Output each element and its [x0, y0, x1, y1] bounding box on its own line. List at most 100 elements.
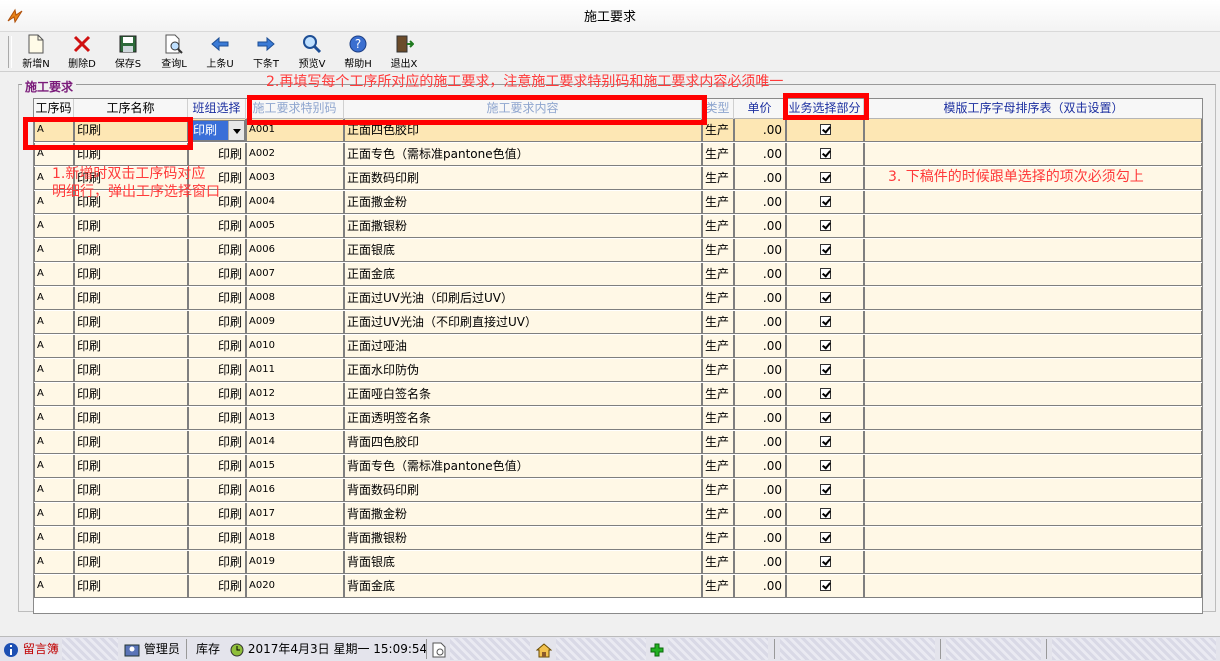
cell-business-select[interactable]	[786, 431, 864, 454]
checkbox-checked[interactable]	[819, 124, 831, 135]
table-row[interactable]: A 印刷 印刷 A002 正面专色（需标准pantone色值） 生产 .00	[34, 143, 1202, 167]
table-row[interactable]: A 印刷 印刷 A018 背面撒银粉 生产 .00	[34, 527, 1202, 551]
checkbox-checked[interactable]	[819, 292, 831, 303]
cell-team-select[interactable]: 印刷	[188, 575, 246, 598]
cell-business-select[interactable]	[786, 479, 864, 502]
cell-template-sort[interactable]	[864, 575, 1202, 598]
header-team-select[interactable]: 班组选择	[188, 99, 246, 119]
checkbox-checked[interactable]	[819, 220, 831, 231]
cell-template-sort[interactable]	[864, 503, 1202, 526]
cell-unit-price[interactable]: .00	[734, 143, 786, 166]
cell-special-code[interactable]: A019	[246, 551, 344, 574]
cell-special-code[interactable]: A018	[246, 527, 344, 550]
cell-process-name[interactable]: 印刷	[74, 479, 188, 502]
cell-requirement-content[interactable]: 正面水印防伪	[344, 359, 702, 382]
cell-business-select[interactable]	[786, 263, 864, 286]
cell-special-code[interactable]: A013	[246, 407, 344, 430]
cell-business-select[interactable]	[786, 503, 864, 526]
cell-requirement-content[interactable]: 正面数码印刷	[344, 167, 702, 190]
cell-requirement-content[interactable]: 正面过UV光油（印刷后过UV）	[344, 287, 702, 310]
cell-unit-price[interactable]: .00	[734, 407, 786, 430]
cell-process-code[interactable]: A	[34, 383, 74, 406]
cell-unit-price[interactable]: .00	[734, 431, 786, 454]
cell-process-name[interactable]: 印刷	[74, 527, 188, 550]
cell-team-select[interactable]: 印刷	[188, 263, 246, 286]
cell-requirement-content[interactable]: 正面银底	[344, 239, 702, 262]
cell-process-code[interactable]: A	[34, 239, 74, 262]
cell-process-code[interactable]: A	[34, 455, 74, 478]
exit-button[interactable]: 退出X	[384, 34, 424, 70]
table-row[interactable]: A 印刷 印刷 A007 正面金底 生产 .00	[34, 263, 1202, 287]
cell-unit-price[interactable]: .00	[734, 335, 786, 358]
cell-process-code[interactable]: A	[34, 551, 74, 574]
table-row[interactable]: A 印刷 印刷 A009 正面过UV光油（不印刷直接过UV） 生产 .00	[34, 311, 1202, 335]
cell-special-code[interactable]: A020	[246, 575, 344, 598]
cell-team-select[interactable]: 印刷	[188, 239, 246, 262]
cell-requirement-content[interactable]: 背面金底	[344, 575, 702, 598]
cell-requirement-content[interactable]: 背面撒银粉	[344, 527, 702, 550]
cell-team-select[interactable]: 印刷	[188, 551, 246, 574]
chevron-down-icon[interactable]	[228, 121, 244, 140]
cell-process-code[interactable]: A	[34, 215, 74, 238]
cell-template-sort[interactable]	[864, 191, 1202, 214]
cell-type[interactable]: 生产	[702, 479, 734, 502]
cell-unit-price[interactable]: .00	[734, 311, 786, 334]
cell-template-sort[interactable]	[864, 239, 1202, 262]
checkbox-checked[interactable]	[819, 436, 831, 447]
table-row[interactable]: A 印刷 印刷 A013 正面透明签名条 生产 .00	[34, 407, 1202, 431]
guestbook-item[interactable]: 留言簿	[3, 640, 59, 659]
cell-process-name[interactable]: 印刷	[74, 263, 188, 286]
cell-special-code[interactable]: A012	[246, 383, 344, 406]
cell-process-code[interactable]: A	[34, 263, 74, 286]
cell-type[interactable]: 生产	[702, 263, 734, 286]
cell-type[interactable]: 生产	[702, 143, 734, 166]
cell-process-code[interactable]: A	[34, 335, 74, 358]
cell-business-select[interactable]	[786, 167, 864, 190]
cell-team-select[interactable]: 印刷	[188, 407, 246, 430]
cell-type[interactable]: 生产	[702, 239, 734, 262]
cell-requirement-content[interactable]: 正面哑白签名条	[344, 383, 702, 406]
cell-unit-price[interactable]: .00	[734, 575, 786, 598]
checkbox-checked[interactable]	[819, 556, 831, 567]
cell-type[interactable]: 生产	[702, 407, 734, 430]
cell-business-select[interactable]	[786, 143, 864, 166]
cell-unit-price[interactable]: .00	[734, 479, 786, 502]
cell-process-name[interactable]: 印刷	[74, 407, 188, 430]
cell-type[interactable]: 生产	[702, 527, 734, 550]
cell-unit-price[interactable]: .00	[734, 287, 786, 310]
checkbox-checked[interactable]	[819, 148, 831, 159]
table-row[interactable]: A 印刷 印刷 A006 正面银底 生产 .00	[34, 239, 1202, 263]
cell-team-select[interactable]: 印刷	[188, 119, 246, 142]
cell-template-sort[interactable]	[864, 407, 1202, 430]
cell-special-code[interactable]: A017	[246, 503, 344, 526]
cell-process-code[interactable]: A	[34, 287, 74, 310]
cell-team-select[interactable]: 印刷	[188, 359, 246, 382]
cell-business-select[interactable]	[786, 239, 864, 262]
cell-process-name[interactable]: 印刷	[74, 431, 188, 454]
cell-process-code[interactable]: A	[34, 431, 74, 454]
cell-special-code[interactable]: A011	[246, 359, 344, 382]
cell-requirement-content[interactable]: 背面四色胶印	[344, 431, 702, 454]
cell-special-code[interactable]: A008	[246, 287, 344, 310]
preview-button[interactable]: 预览V	[292, 34, 332, 70]
cell-process-name[interactable]: 印刷	[74, 455, 188, 478]
cell-process-code[interactable]: A	[34, 359, 74, 382]
cell-process-code[interactable]: A	[34, 479, 74, 502]
cell-requirement-content[interactable]: 背面银底	[344, 551, 702, 574]
cell-type[interactable]: 生产	[702, 191, 734, 214]
cell-unit-price[interactable]: .00	[734, 551, 786, 574]
table-row[interactable]: A 印刷 印刷 A019 背面银底 生产 .00	[34, 551, 1202, 575]
cell-team-select[interactable]: 印刷	[188, 455, 246, 478]
checkbox-checked[interactable]	[819, 412, 831, 423]
cell-template-sort[interactable]	[864, 119, 1202, 142]
cell-type[interactable]: 生产	[702, 431, 734, 454]
checkbox-checked[interactable]	[819, 172, 831, 183]
help-button[interactable]: ? 帮助H	[338, 34, 378, 70]
cell-special-code[interactable]: A010	[246, 335, 344, 358]
checkbox-checked[interactable]	[819, 532, 831, 543]
home-item[interactable]	[535, 640, 553, 659]
cell-business-select[interactable]	[786, 287, 864, 310]
cell-template-sort[interactable]	[864, 335, 1202, 358]
table-row[interactable]: A 印刷 印刷 A011 正面水印防伪 生产 .00	[34, 359, 1202, 383]
table-row[interactable]: A 印刷 印刷 A010 正面过哑油 生产 .00	[34, 335, 1202, 359]
